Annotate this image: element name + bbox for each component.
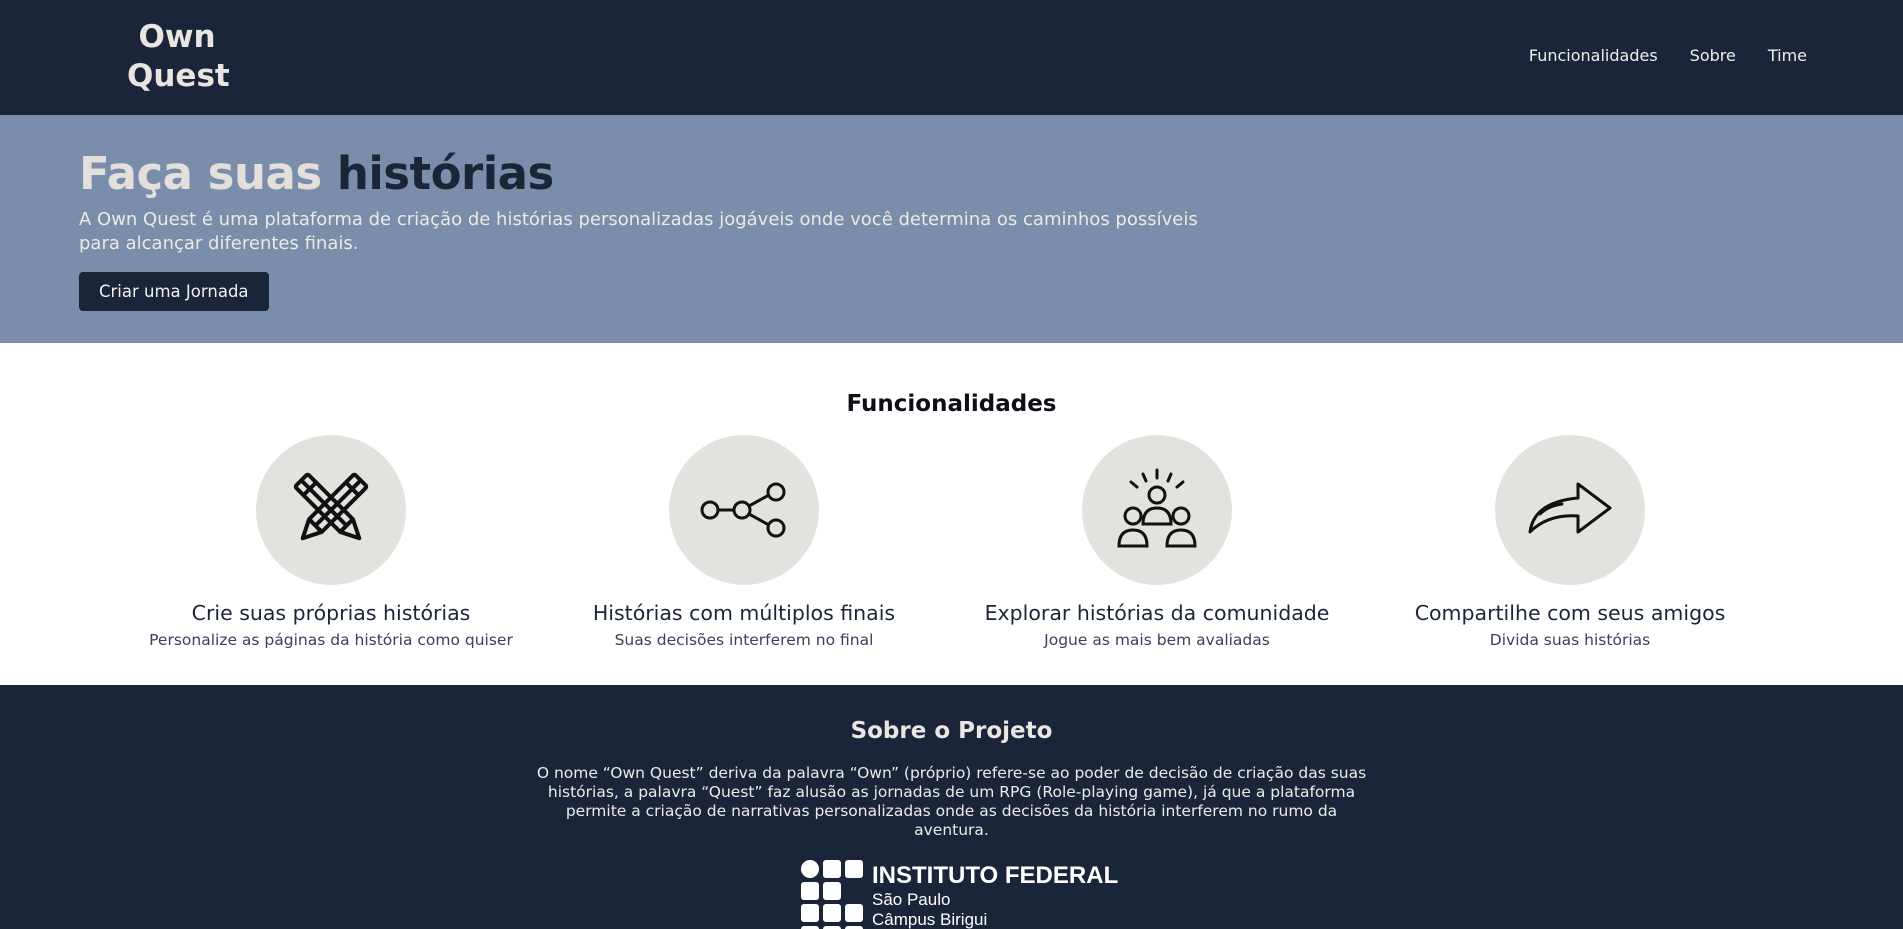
feature-subtitle: Suas decisões interferem no final <box>614 631 874 649</box>
logo-line-2: Quest <box>127 58 230 94</box>
create-journey-button[interactable]: Criar uma Jornada <box>79 272 269 311</box>
branch-icon <box>700 482 786 538</box>
feature-icon-circle <box>256 435 406 585</box>
site-header: Own Quest Funcionalidades Sobre Time <box>0 0 1903 115</box>
if-logo-name: INSTITUTO FEDERAL <box>872 862 1119 889</box>
feature-icon-circle <box>1082 435 1232 585</box>
share-arrow-icon <box>1528 482 1612 534</box>
main-nav: Funcionalidades Sobre Time <box>1529 46 1807 65</box>
if-logo-mark <box>801 860 863 929</box>
about-section: Sobre o Projeto O nome “Own Quest” deriv… <box>0 685 1903 929</box>
about-text: O nome “Own Quest” deriva da palavra “Ow… <box>536 764 1367 839</box>
hero-title: Faça suas histórias <box>79 147 554 200</box>
hero-description: A Own Quest é uma plataforma de criação … <box>79 209 1198 254</box>
nav-link-sobre[interactable]: Sobre <box>1690 46 1736 65</box>
if-logo-campus: Câmpus Birigui <box>872 910 988 929</box>
site-logo[interactable]: Own Quest <box>127 18 230 96</box>
feature-card-create: Crie suas próprias histórias Personalize… <box>141 435 521 649</box>
nav-link-time[interactable]: Time <box>1768 46 1807 65</box>
feature-title: Compartilhe com seus amigos <box>1414 601 1726 625</box>
feature-card-community: Explorar histórias da comunidade Jogue a… <box>967 435 1347 649</box>
nav-link-funcionalidades[interactable]: Funcionalidades <box>1529 46 1658 65</box>
feature-title: Crie suas próprias histórias <box>191 601 471 625</box>
hero-title-light: Faça suas <box>79 147 322 200</box>
hero-title-dark: histórias <box>336 147 554 200</box>
feature-icon-circle <box>669 435 819 585</box>
about-title: Sobre o Projeto <box>850 718 1053 744</box>
community-icon <box>1117 468 1197 548</box>
feature-subtitle: Jogue as mais bem avaliadas <box>1044 631 1270 649</box>
feature-card-share: Compartilhe com seus amigos Divida suas … <box>1380 435 1760 649</box>
if-logo-text: INSTITUTO FEDERAL São Paulo Câmpus Birig… <box>872 860 1118 929</box>
feature-icon-circle <box>1495 435 1645 585</box>
feature-subtitle: Divida suas histórias <box>1489 631 1651 649</box>
feature-title: Explorar histórias da comunidade <box>984 601 1330 625</box>
features-title: Funcionalidades <box>846 391 1057 417</box>
logo-line-1: Own <box>138 19 216 55</box>
pencils-icon <box>293 472 369 541</box>
feature-card-endings: Histórias com múltiplos finais Suas deci… <box>554 435 934 649</box>
if-logo-state: São Paulo <box>872 890 951 909</box>
feature-title: Histórias com múltiplos finais <box>592 601 896 625</box>
features-section: Funcionalidades Crie suas próprias histó… <box>0 343 1903 685</box>
hero-section: Faça suas histórias A Own Quest é uma pl… <box>0 115 1903 343</box>
instituto-federal-logo: INSTITUTO FEDERAL São Paulo Câmpus Birig… <box>801 860 1118 929</box>
feature-subtitle: Personalize as páginas da história como … <box>149 631 513 649</box>
